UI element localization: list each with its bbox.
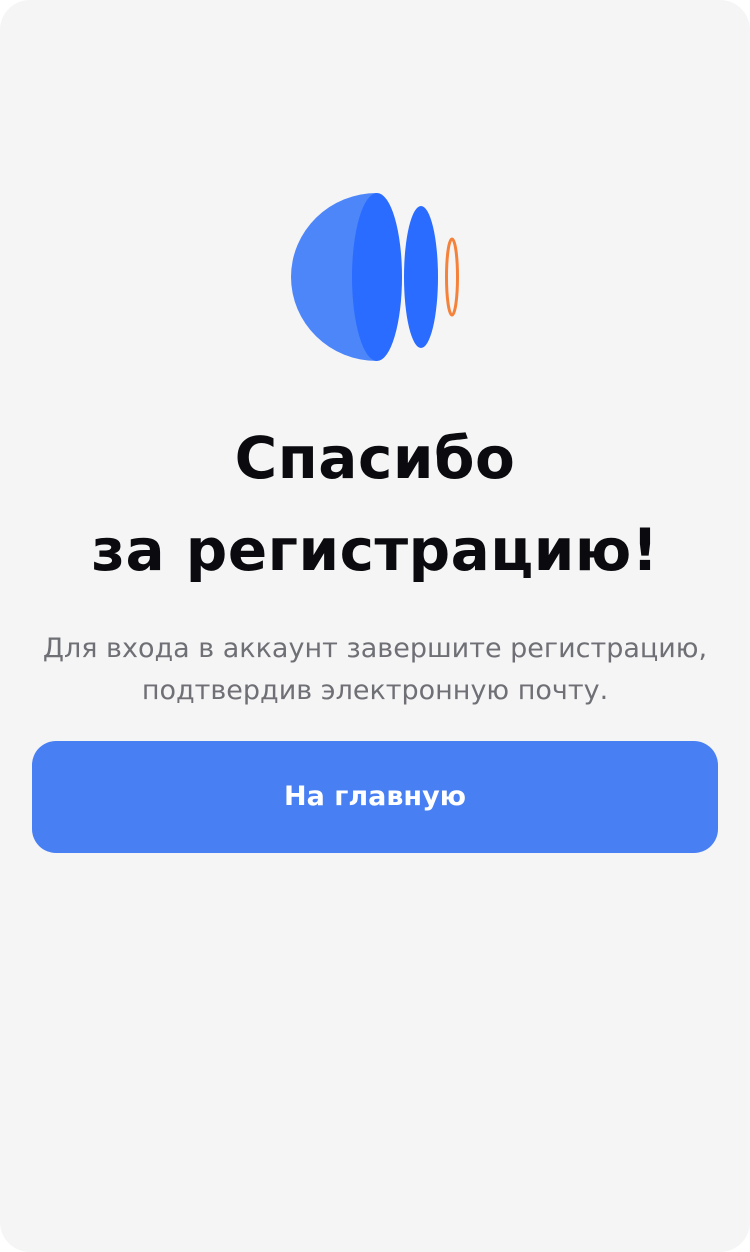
confirmation-message-line-2: подтвердив электронную почту.: [141, 675, 609, 706]
page-title: Спасибо за регистрацию!: [0, 412, 750, 596]
confirmation-card: Спасибо за регистрацию! Для входа в акка…: [0, 0, 750, 1252]
page-title-line-1: Спасибо: [234, 424, 516, 492]
confirmation-message: Для входа в аккаунт завершите регистраци…: [20, 628, 730, 712]
confirmation-message-line-1: Для входа в аккаунт завершите регистраци…: [42, 633, 708, 664]
go-home-button[interactable]: На главную: [32, 741, 718, 853]
page-title-line-2: за регистрацию!: [91, 516, 659, 584]
brand-logo-icon: [280, 182, 470, 372]
